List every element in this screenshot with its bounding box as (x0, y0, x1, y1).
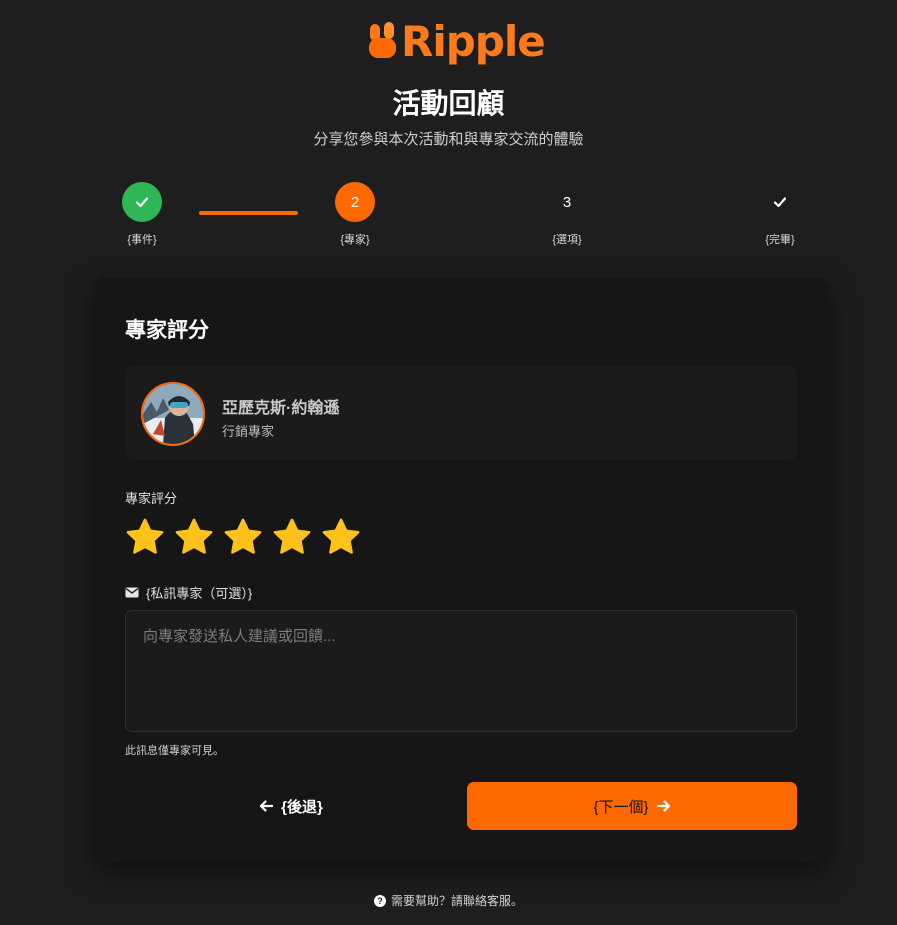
message-label: {私訊專家（可選）} (125, 583, 252, 602)
step-options: 3 {選項} (537, 182, 597, 247)
expert-role: 行銷專家 (222, 424, 275, 439)
brand-name: Ripple (401, 16, 546, 66)
page-subtitle: 分享您參與本次活動和與專家交流的體驗 (313, 131, 584, 148)
expert-profile: 亞歷克斯·約翰遜 行銷專家 (125, 366, 797, 460)
rating-label: 專家評分 (125, 491, 178, 506)
step-options-number: 3 (562, 193, 572, 211)
help-text[interactable]: 需要幫助？請聯絡客服。 (391, 892, 523, 909)
step-expert-label: {專家} (340, 234, 370, 246)
step-event: {事件} (112, 182, 172, 247)
arrow-left-icon (260, 800, 274, 812)
expert-rating-card: 專家評分 亞歷克斯·約翰遜 行銷專家 專家評分 {私訊專家（可選）} 此訊息僅專 (95, 278, 828, 862)
step-done-label: {完畢} (765, 234, 795, 246)
step-done-circle (760, 182, 800, 222)
next-button[interactable]: {下一個} (467, 782, 797, 830)
next-button-label: {下一個} (593, 798, 649, 816)
message-visibility-note: 此訊息僅專家可見。 (125, 745, 224, 757)
step-event-circle (122, 182, 162, 222)
step-connector-progress (199, 211, 298, 215)
card-title: 專家評分 (125, 319, 209, 342)
star-rating[interactable] (125, 517, 361, 557)
back-button[interactable]: {後退} (125, 782, 457, 830)
question-icon: ? (373, 894, 386, 907)
step-expert-circle: 2 (335, 182, 375, 222)
star-icon[interactable] (223, 517, 263, 557)
step-options-circle: 3 (547, 182, 587, 222)
avatar (141, 382, 205, 446)
private-message-input[interactable] (125, 610, 797, 732)
envelope-icon (125, 587, 139, 598)
expert-name: 亞歷克斯·約翰遜 (222, 400, 340, 417)
check-icon (135, 197, 149, 208)
arrow-right-icon (656, 800, 670, 812)
page-title: 活動回顧 (392, 88, 505, 119)
star-icon[interactable] (321, 517, 361, 557)
expert-photo-illustration (143, 384, 203, 444)
ripple-logo-icon (369, 22, 396, 58)
help-footer: ? 需要幫助？請聯絡客服。 (0, 892, 897, 909)
step-done: {完畢} (750, 182, 810, 247)
check-icon (773, 197, 787, 208)
message-label-text: {私訊專家（可選）} (146, 586, 253, 601)
back-button-label: {後退} (281, 798, 323, 816)
step-expert-number: 2 (350, 193, 360, 211)
star-icon[interactable] (272, 517, 312, 557)
step-expert: 2 {專家} (325, 182, 385, 247)
star-icon[interactable] (174, 517, 214, 557)
star-icon[interactable] (125, 517, 165, 557)
step-options-label: {選項} (552, 234, 582, 246)
brand-logo[interactable]: Ripple (367, 14, 546, 68)
step-event-label: {事件} (127, 234, 157, 246)
